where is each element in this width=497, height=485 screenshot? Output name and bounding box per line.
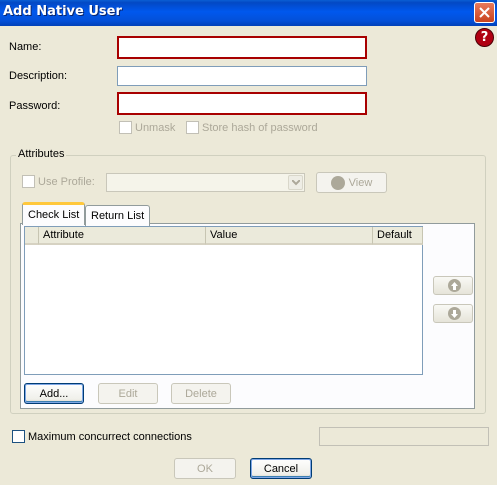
tab-check-list-label: Check List bbox=[28, 209, 80, 221]
move-down-button[interactable] bbox=[433, 304, 473, 323]
password-label: Password: bbox=[9, 100, 61, 112]
max-connections-label: Maximum concurrect connections bbox=[28, 430, 192, 443]
column-header-attribute[interactable]: Attribute bbox=[39, 227, 206, 245]
arrow-down-icon bbox=[451, 310, 458, 318]
name-label: Name: bbox=[9, 41, 42, 53]
store-hash-checkbox[interactable] bbox=[186, 121, 199, 134]
max-connections-option[interactable]: Maximum concurrect connections bbox=[12, 430, 192, 443]
add-button-label: Add... bbox=[39, 387, 69, 400]
max-connections-checkbox[interactable] bbox=[12, 430, 25, 443]
column-header-default[interactable]: Default bbox=[373, 227, 423, 245]
attributes-table[interactable]: Attribute Value Default bbox=[24, 226, 423, 375]
delete-button[interactable]: Delete bbox=[171, 383, 231, 404]
add-button[interactable]: Add... bbox=[24, 383, 84, 404]
tab-return-list-label: Return List bbox=[91, 210, 145, 222]
title-bar: Add Native User bbox=[0, 0, 497, 26]
name-input[interactable] bbox=[117, 36, 367, 59]
close-button[interactable] bbox=[474, 2, 495, 23]
password-input[interactable] bbox=[117, 92, 367, 115]
tab-check-list[interactable]: Check List bbox=[22, 202, 86, 225]
description-label: Description: bbox=[9, 70, 68, 82]
cancel-button-label: Cancel bbox=[263, 462, 299, 475]
unmask-option[interactable]: Unmask bbox=[119, 121, 175, 134]
store-hash-option[interactable]: Store hash of password bbox=[186, 121, 318, 134]
arrow-up-icon bbox=[451, 282, 458, 290]
close-icon bbox=[479, 7, 490, 18]
view-icon bbox=[330, 175, 345, 190]
use-profile-label: Use Profile: bbox=[38, 175, 95, 188]
profile-select[interactable] bbox=[106, 173, 305, 192]
chevron-down-icon bbox=[292, 180, 300, 186]
unmask-label: Unmask bbox=[135, 121, 176, 134]
cancel-button[interactable]: Cancel bbox=[250, 458, 312, 479]
use-profile-option[interactable]: Use Profile: bbox=[22, 175, 95, 188]
unmask-checkbox[interactable] bbox=[119, 121, 132, 134]
tab-return-list[interactable]: Return List bbox=[85, 205, 151, 226]
max-connections-input[interactable] bbox=[319, 427, 489, 446]
column-header-value[interactable]: Value bbox=[206, 227, 373, 245]
view-button-label: View bbox=[348, 176, 373, 189]
delete-button-label: Delete bbox=[185, 387, 217, 400]
ok-button[interactable]: OK bbox=[174, 458, 236, 479]
edit-button-label: Edit bbox=[118, 387, 138, 400]
store-hash-label: Store hash of password bbox=[202, 121, 318, 134]
move-up-button[interactable] bbox=[433, 276, 473, 295]
window-title: Add Native User bbox=[3, 4, 122, 19]
ok-button-label: OK bbox=[197, 462, 213, 475]
row-header-corner bbox=[25, 227, 39, 245]
attributes-group-title: Attributes bbox=[16, 148, 67, 160]
description-input[interactable] bbox=[117, 66, 367, 86]
view-button[interactable]: View bbox=[316, 172, 387, 193]
use-profile-checkbox[interactable] bbox=[22, 175, 35, 188]
edit-button[interactable]: Edit bbox=[98, 383, 158, 404]
help-icon[interactable]: ? bbox=[475, 28, 494, 47]
profile-dropdown-button[interactable] bbox=[288, 175, 303, 190]
